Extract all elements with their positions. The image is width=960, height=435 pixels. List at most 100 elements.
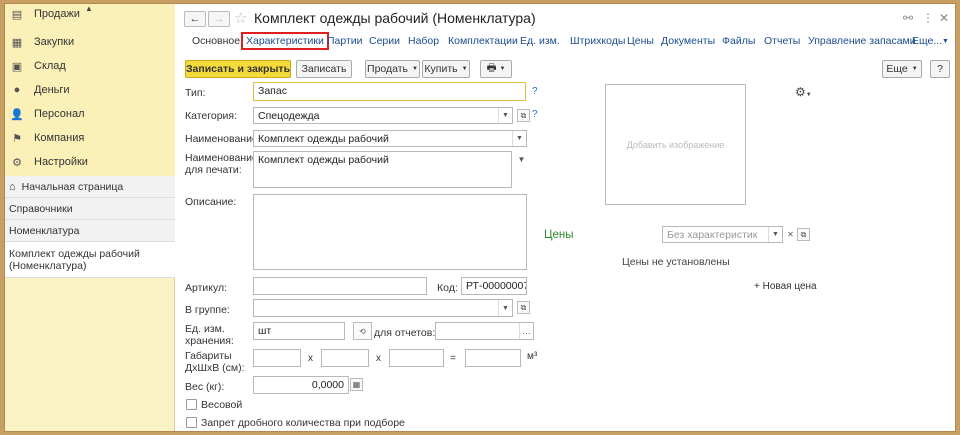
print-name-field[interactable]: Комплект одежды рабочий — [253, 151, 512, 188]
tab-more-dropdown-icon[interactable]: ▼ — [942, 38, 949, 45]
history-icon[interactable]: ⟲ — [353, 322, 372, 340]
description-label: Описание: — [185, 196, 237, 208]
calculator-icon[interactable]: ▦ — [350, 378, 363, 391]
clear-icon[interactable]: ✕ — [784, 228, 797, 241]
characteristic-filter-field[interactable]: Без характеристик ▼ — [662, 226, 783, 243]
tab-inventory-management[interactable]: Управление запасами — [808, 35, 916, 47]
tab-set[interactable]: Набор — [408, 35, 439, 47]
unit-field[interactable]: шт — [253, 322, 345, 340]
main-area: ← → ☆ Комплект одежды рабочий (Номенклат… — [176, 4, 955, 431]
category-help-icon[interactable]: ? — [532, 109, 538, 120]
open-category-icon[interactable]: ⧉ — [517, 109, 530, 122]
link-icon[interactable]: ⚯ — [903, 11, 913, 25]
sidebar-item-label: Настройки — [34, 156, 88, 168]
nav-item-label: Комплект одежды рабочий (Номенклатура) — [9, 248, 140, 272]
chevron-down-icon[interactable]: ▼ — [498, 108, 512, 123]
page-title: Комплект одежды рабочий (Номенклатура) — [254, 10, 536, 26]
tab-batches[interactable]: Партии — [327, 35, 363, 47]
chevron-down-icon[interactable]: ▼ — [498, 300, 512, 316]
image-placeholder[interactable]: Добавить изображение — [605, 84, 746, 205]
save-and-close-button[interactable]: Записать и закрыть — [185, 60, 291, 78]
save-button[interactable]: Записать — [296, 60, 352, 78]
tab-units[interactable]: Ед. изм. — [520, 35, 560, 47]
group-field[interactable]: ▼ — [253, 299, 513, 317]
reports-unit-field[interactable]: … — [435, 322, 534, 340]
toolbar: Записать и закрыть Записать Продать ▼ Ку… — [176, 58, 955, 82]
new-price-link[interactable]: + Новая цена — [754, 281, 817, 292]
unit-label-line-1: Ед. изм. — [185, 323, 225, 335]
sidebar-item-purchases[interactable]: ▦ Закупки — [5, 30, 175, 54]
weighted-checkbox[interactable] — [186, 399, 197, 410]
forward-button[interactable]: → — [208, 11, 230, 27]
open-characteristic-icon[interactable]: ⧉ — [797, 228, 810, 241]
buy-button[interactable]: Купить ▼ — [422, 60, 470, 78]
close-icon[interactable]: ✕ — [939, 11, 949, 25]
buy-button-label: Купить — [424, 63, 458, 75]
nav-item-current-record[interactable]: Комплект одежды рабочий (Номенклатура) — [5, 242, 175, 278]
sidebar: ▲ ▤ Продажи ▦ Закупки ▣ Склад ● Деньги 👤… — [5, 4, 175, 431]
warehouse-icon: ▣ — [11, 60, 23, 73]
more-vertical-icon[interactable]: ⋮ — [922, 11, 934, 25]
no-prices-message: Цены не установлены — [622, 256, 730, 268]
back-button[interactable]: ← — [184, 11, 206, 27]
open-group-icon[interactable]: ⧉ — [517, 301, 530, 314]
prices-title: Цены — [544, 229, 574, 241]
chevron-down-icon[interactable]: ▼ — [515, 153, 528, 166]
more-button-label: Еще — [886, 63, 908, 75]
open-windows-panel: ⌂ Начальная страница Справочники Номенкл… — [5, 176, 175, 278]
sell-button[interactable]: Продать ▼ — [365, 60, 420, 78]
tab-documents[interactable]: Документы — [661, 35, 715, 47]
title-bar: ← → ☆ Комплект одежды рабочий (Номенклат… — [176, 4, 955, 32]
sidebar-item-label: Закупки — [34, 36, 75, 48]
purchases-icon: ▦ — [11, 36, 23, 49]
chevron-down-icon[interactable]: ▼ — [512, 131, 526, 146]
fractional-ban-checkbox[interactable] — [186, 417, 197, 428]
volume-field[interactable] — [465, 349, 521, 367]
tab-main[interactable]: Основное — [192, 35, 240, 47]
article-field[interactable] — [253, 277, 427, 295]
description-field[interactable] — [253, 194, 527, 270]
code-field[interactable]: РТ-00000007 — [461, 277, 527, 295]
unit-label-line-2: хранения: — [185, 335, 234, 347]
weight-field[interactable]: 0,0000 — [253, 376, 349, 394]
chevron-down-icon[interactable]: ▼ — [768, 227, 782, 242]
width-field[interactable] — [321, 349, 369, 367]
sidebar-item-settings[interactable]: ⚙ Настройки — [5, 150, 175, 174]
fractional-ban-label: Запрет дробного количества при подборе — [201, 417, 405, 429]
sidebar-item-warehouse[interactable]: ▣ Склад — [5, 54, 175, 78]
tab-reports[interactable]: Отчеты — [764, 35, 800, 47]
sidebar-item-label: Деньги — [34, 84, 70, 96]
tab-prices[interactable]: Цены — [627, 35, 654, 47]
sidebar-item-staff[interactable]: 👤 Персонал — [5, 102, 175, 126]
chevron-down-icon: ▼ — [911, 66, 918, 72]
dimensions-label: Габариты ДхШхВ (см): — [185, 350, 245, 374]
nav-item-nomenclature[interactable]: Номенклатура — [5, 220, 175, 242]
more-actions-button[interactable]: Еще ▼ — [882, 60, 922, 78]
sidebar-item-company[interactable]: ⚑ Компания — [5, 126, 175, 150]
tab-more[interactable]: Еще... — [912, 35, 942, 47]
tab-series[interactable]: Серии — [369, 35, 400, 47]
category-field[interactable]: Спецодежда ▼ — [253, 107, 513, 124]
print-button[interactable]: 🖶 ▼ — [480, 60, 512, 78]
nav-item-directories[interactable]: Справочники — [5, 198, 175, 220]
type-help-icon[interactable]: ? — [532, 86, 538, 97]
sidebar-item-money[interactable]: ● Деньги — [5, 78, 175, 102]
favorite-star-icon[interactable]: ☆ — [234, 9, 247, 27]
staff-icon: 👤 — [10, 108, 24, 121]
printer-icon: 🖶 — [486, 62, 497, 74]
name-field[interactable]: Комплект одежды рабочий ▼ — [253, 130, 527, 147]
tab-barcodes[interactable]: Штрихкоды — [570, 35, 625, 47]
sidebar-item-sales[interactable]: ▤ Продажи — [5, 4, 175, 26]
tab-characteristics[interactable]: Характеристики — [241, 32, 329, 50]
section-list: ▲ ▤ Продажи ▦ Закупки ▣ Склад ● Деньги 👤… — [5, 4, 175, 176]
help-button[interactable]: ? — [930, 60, 950, 78]
type-field[interactable]: Запас — [253, 82, 526, 101]
chevron-down-icon: ▼ — [412, 66, 418, 72]
tab-files[interactable]: Файлы — [722, 35, 755, 47]
nav-item-home[interactable]: ⌂ Начальная страница — [5, 176, 175, 198]
height-field[interactable] — [389, 349, 444, 367]
tab-kits[interactable]: Комплектации — [448, 35, 518, 47]
length-field[interactable] — [253, 349, 301, 367]
select-icon[interactable]: … — [519, 323, 533, 339]
gear-icon[interactable]: ⚙▼ — [795, 85, 812, 99]
